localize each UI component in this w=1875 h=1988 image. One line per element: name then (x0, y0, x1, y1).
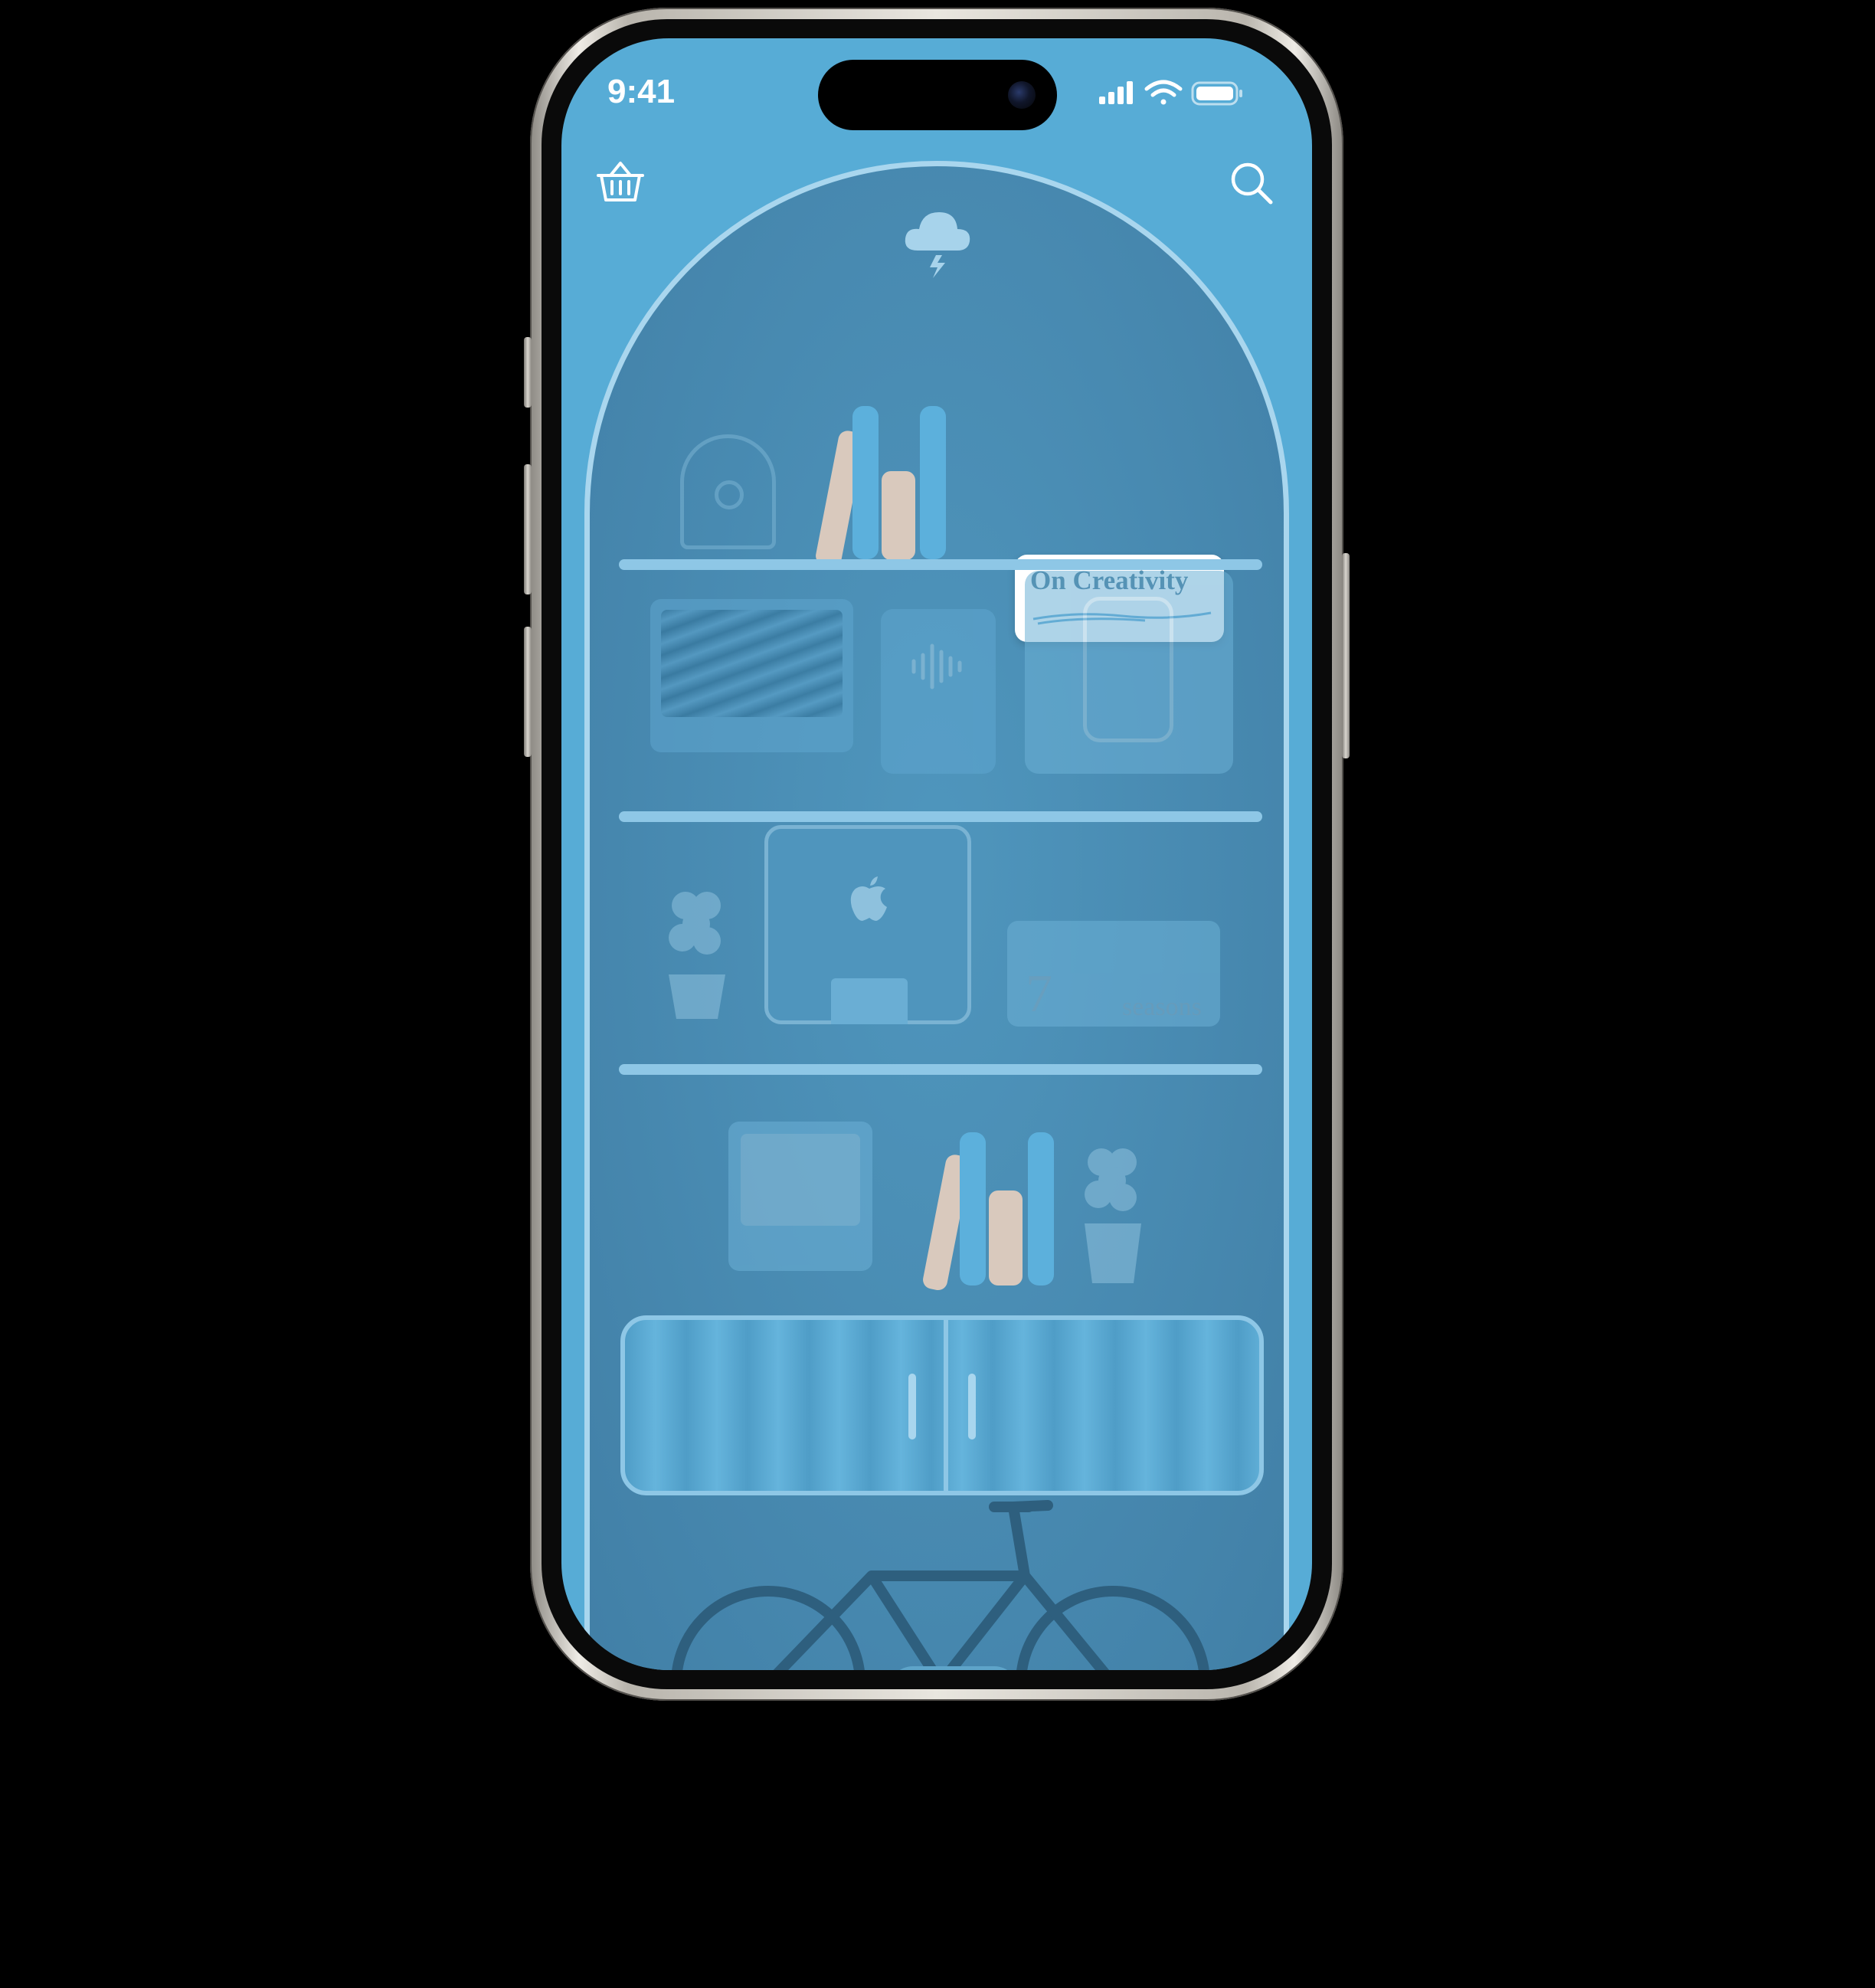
search-button[interactable] (1228, 159, 1275, 207)
basket-icon (597, 162, 644, 201)
art-picture (741, 1134, 860, 1226)
volume-down-button (524, 627, 532, 757)
apple-logo-icon (850, 876, 887, 921)
cellular-signal-icon (1099, 81, 1133, 104)
cloud-lightning-icon (901, 205, 974, 281)
radio-item[interactable] (1025, 571, 1233, 774)
cabinet[interactable] (620, 1315, 1264, 1495)
speaker-item[interactable] (680, 434, 776, 549)
book-blue-1 (852, 406, 879, 559)
flower-pot-item[interactable] (663, 883, 731, 1019)
battery-icon (1191, 81, 1242, 106)
basket-button[interactable] (595, 157, 646, 208)
wifi-icon (1144, 80, 1183, 105)
monitor-item[interactable] (650, 599, 853, 752)
page-control[interactable] (888, 1666, 1019, 1670)
bicycle-icon (672, 1500, 1209, 1670)
speaker-logo-icon (715, 480, 744, 509)
book-tan-2 (989, 1191, 1023, 1285)
book-blue-3 (960, 1132, 986, 1285)
status-icons (1099, 78, 1252, 113)
album-item[interactable]: 7 seasons (1007, 921, 1220, 1027)
mac-mini-item[interactable] (764, 825, 971, 1024)
book-blue-2 (920, 406, 946, 559)
search-icon (1231, 162, 1273, 205)
monitor-screen (661, 610, 843, 717)
mac-stand (831, 978, 908, 1024)
cabinet-handle-right (968, 1374, 976, 1439)
flower-pot-item-2[interactable] (1078, 1139, 1147, 1285)
app-screen: 9:41 7 seasons (561, 38, 1312, 1670)
book-tan (882, 471, 915, 560)
voice-device-item[interactable] (881, 609, 996, 774)
art-frame-item[interactable] (728, 1122, 872, 1271)
shelf-1 (619, 559, 1262, 570)
cabinet-handle-left (908, 1374, 916, 1439)
album-label: seasons (1122, 993, 1202, 1021)
front-camera (1008, 81, 1036, 109)
shelf-2 (619, 811, 1262, 822)
action-button (524, 337, 532, 408)
shelf-3 (619, 1064, 1262, 1075)
dynamic-island (818, 60, 1057, 130)
book-blue-4 (1028, 1132, 1054, 1285)
album-number: 7 (1026, 965, 1052, 1023)
cabinet-divider (944, 1320, 948, 1491)
side-button (1342, 553, 1350, 758)
radio-body (1083, 597, 1173, 742)
bookcase-arch: On Creativity 7 (584, 161, 1289, 1670)
volume-up-button (524, 464, 532, 594)
status-time: 9:41 (607, 73, 676, 110)
waveform-icon (911, 644, 962, 689)
